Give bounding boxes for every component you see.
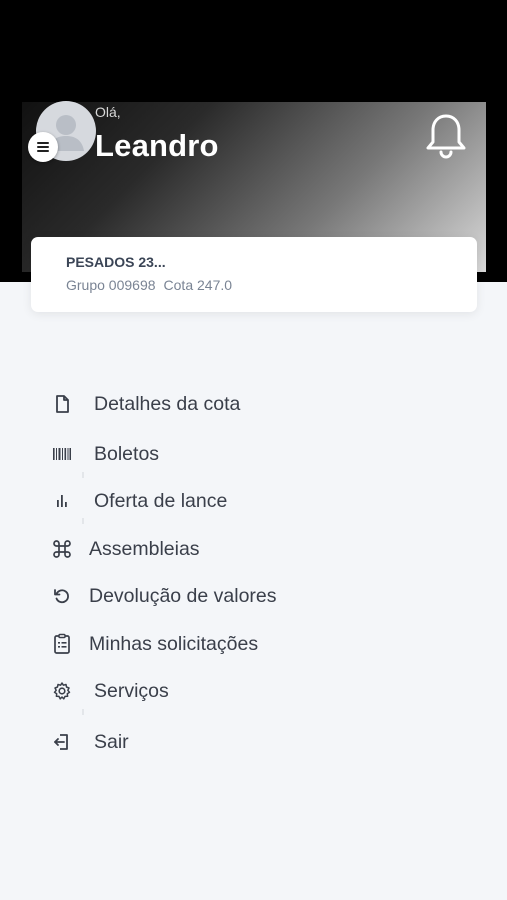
quota-title: PESADOS 23... (66, 254, 166, 270)
bell-icon (426, 114, 466, 159)
menu-item-sair[interactable]: Sair (50, 727, 129, 757)
refresh-icon (50, 584, 74, 608)
quota-details: Grupo 009698 Cota 247.0 (66, 277, 232, 293)
barcode-icon (50, 442, 74, 466)
divider (82, 518, 84, 524)
menu-item-label: Sair (94, 730, 129, 753)
logout-icon (50, 730, 74, 754)
divider (82, 472, 84, 478)
quota-group: Grupo 009698 (66, 277, 156, 293)
menu-item-detalhes-da-cota[interactable]: Detalhes da cota (50, 389, 240, 419)
hamburger-icon (37, 142, 49, 152)
greeting-text: Olá, (95, 104, 121, 120)
menu-item-label: Oferta de lance (94, 489, 228, 512)
menu-item-label: Detalhes da cota (94, 392, 241, 415)
divider (82, 709, 84, 715)
gear-icon (50, 679, 74, 703)
menu-item-devolucao-de-valores[interactable]: Devolução de valores (50, 581, 277, 611)
quota-card[interactable]: PESADOS 23... Grupo 009698 Cota 247.0 (31, 237, 477, 312)
menu-item-oferta-de-lance[interactable]: Oferta de lance (50, 486, 227, 516)
bar-chart-icon (50, 489, 74, 513)
menu-item-minhas-solicitacoes[interactable]: Minhas solicitações (50, 629, 258, 659)
menu-item-label: Boletos (94, 442, 160, 465)
menu-button[interactable] (28, 132, 58, 162)
menu-item-label: Assembleias (89, 537, 200, 560)
menu-item-label: Serviços (94, 679, 169, 702)
document-icon (50, 392, 74, 416)
clipboard-list-icon (50, 632, 74, 656)
menu-item-label: Minhas solicitações (89, 632, 259, 655)
quota-number: Cota 247.0 (163, 277, 233, 293)
notifications-button[interactable] (424, 112, 468, 160)
menu-item-boletos[interactable]: Boletos (50, 439, 159, 469)
menu-item-assembleias[interactable]: Assembleias (50, 534, 200, 564)
user-name: Leandro (95, 128, 219, 163)
menu-item-servicos[interactable]: Serviços (50, 676, 169, 706)
command-icon (50, 537, 74, 561)
menu-item-label: Devolução de valores (89, 584, 277, 607)
